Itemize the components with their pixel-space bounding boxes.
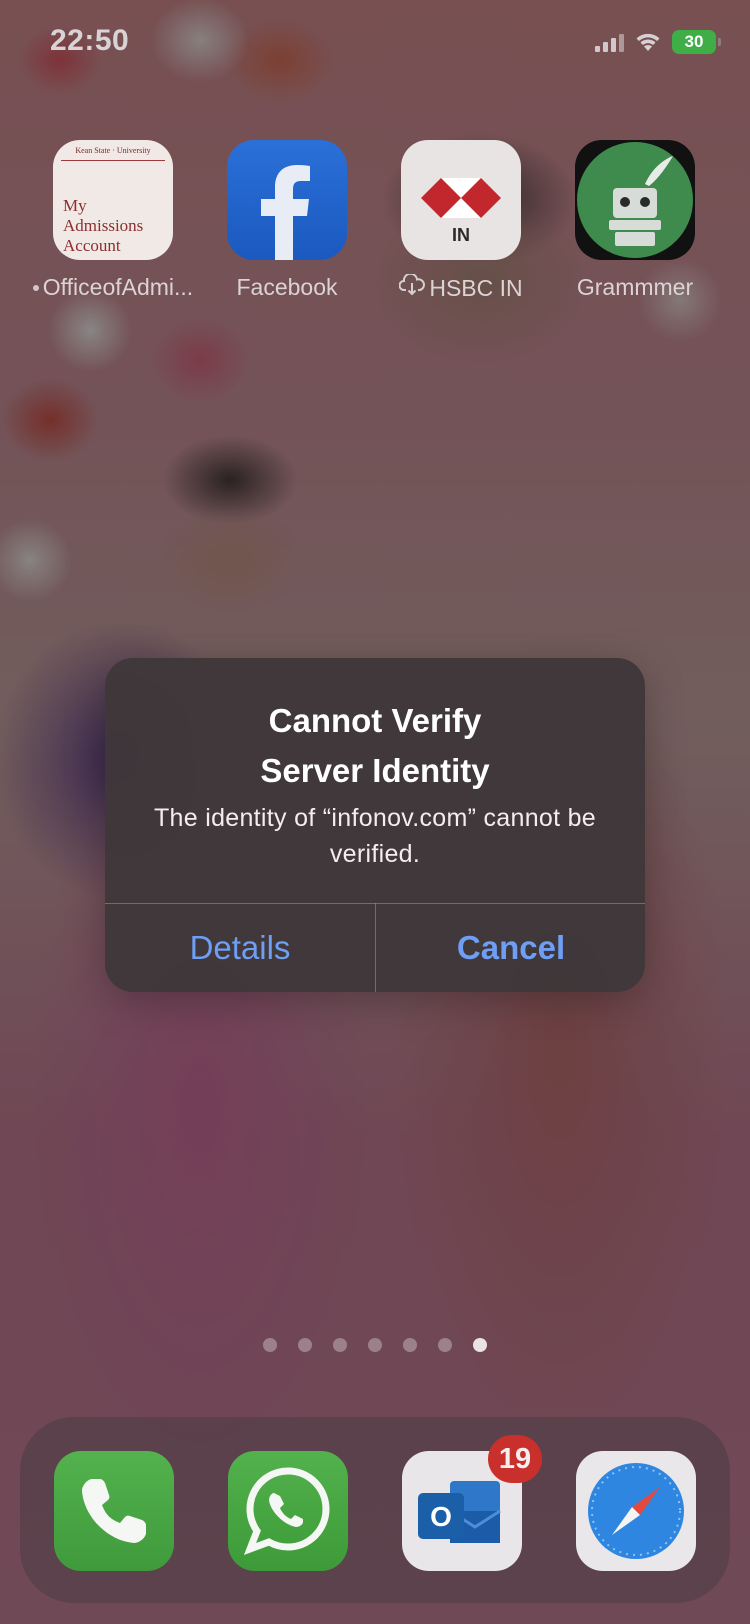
page-dot: [403, 1338, 417, 1352]
cloud-download-icon: [398, 274, 426, 302]
app-label: OfficeofAdmi...: [42, 274, 194, 300]
admissions-icon: Kean State · University My Admissions Ac…: [53, 140, 173, 260]
app-hsbc-in[interactable]: IN HSBC IN: [374, 140, 548, 302]
app-label: HSBC IN: [429, 274, 523, 301]
admissions-icon-topline: Kean State · University: [61, 146, 165, 161]
alert-title: Cannot Verify Server Identity: [135, 696, 615, 796]
dock-app-phone[interactable]: [54, 1451, 174, 1571]
safari-icon: [576, 1451, 696, 1571]
admissions-icon-line1: My: [63, 196, 87, 215]
page-dot: [438, 1338, 452, 1352]
cellular-signal-icon: [595, 32, 624, 52]
app-office-of-admissions[interactable]: Kean State · University My Admissions Ac…: [26, 140, 200, 301]
alert-message: The identity of “infonov.com” cannot be …: [153, 804, 597, 868]
app-label: Facebook: [236, 274, 338, 300]
facebook-icon: [227, 140, 347, 260]
whatsapp-icon: [228, 1451, 348, 1571]
home-app-row: Kean State · University My Admissions Ac…: [0, 140, 750, 310]
alert-body: Cannot Verify Server Identity The identi…: [105, 658, 645, 903]
page-dot-active: [473, 1338, 487, 1352]
page-dot: [333, 1338, 347, 1352]
admissions-icon-line3: Account: [63, 236, 121, 255]
new-app-dot-icon: [32, 284, 39, 291]
app-facebook[interactable]: Facebook: [200, 140, 374, 301]
grammmer-icon: [575, 140, 695, 260]
page-indicator[interactable]: [0, 1338, 750, 1352]
status-bar: 22:50 30: [0, 0, 750, 90]
wifi-icon: [634, 31, 662, 53]
status-icons: 30: [595, 30, 721, 54]
battery-percent: 30: [684, 32, 704, 51]
hsbc-icon-in-text: IN: [452, 225, 470, 245]
alert-title-line2: Server Identity: [260, 752, 490, 789]
page-dot: [298, 1338, 312, 1352]
status-time: 22:50: [50, 24, 130, 57]
notification-badge: 19: [488, 1435, 542, 1483]
svg-text:O: O: [430, 1501, 452, 1532]
page-dot: [263, 1338, 277, 1352]
dock-app-outlook[interactable]: O 19: [402, 1435, 542, 1571]
admissions-icon-line2: Admissions: [63, 216, 144, 235]
page-dot: [368, 1338, 382, 1352]
app-grammmer[interactable]: Grammmer: [548, 140, 722, 301]
app-label: Grammmer: [576, 274, 694, 300]
dock-app-safari[interactable]: [576, 1451, 696, 1571]
dock-app-whatsapp[interactable]: [228, 1451, 348, 1571]
alert-dialog: Cannot Verify Server Identity The identi…: [105, 658, 645, 992]
battery-icon: 30: [672, 30, 721, 54]
phone-icon: [54, 1451, 174, 1571]
details-button[interactable]: Details: [105, 904, 375, 992]
cancel-button[interactable]: Cancel: [376, 904, 645, 992]
dock: O 19: [20, 1417, 730, 1603]
alert-title-line1: Cannot Verify: [268, 702, 482, 739]
hsbc-icon: IN: [401, 140, 521, 260]
